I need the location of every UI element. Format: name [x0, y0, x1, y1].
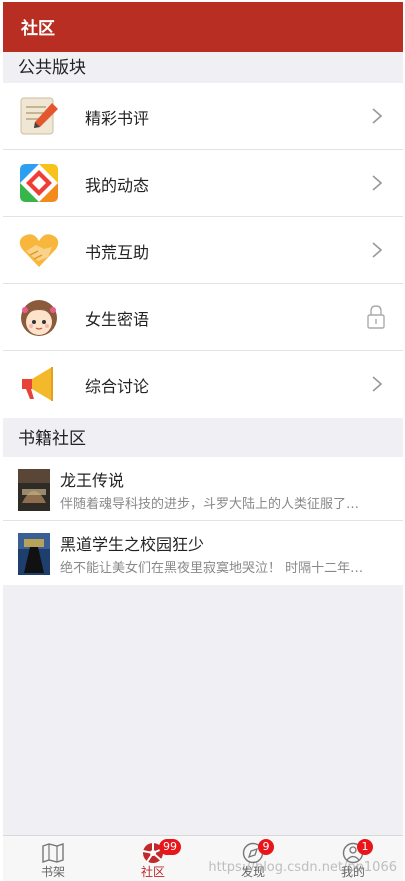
book-section-list: 龙王传说 伴随着魂导科技的进步，斗罗大陆上的人类征服了… 黑道学生之校园狂少 绝…: [3, 457, 403, 585]
notification-badge: 9: [258, 839, 274, 855]
notepad-pencil-icon: [20, 97, 58, 135]
menu-item-label: 我的动态: [85, 176, 150, 195]
tab-bookshelf[interactable]: 书架: [3, 836, 103, 881]
menu-item-label: 精彩书评: [85, 109, 150, 128]
chevron-right-icon: [372, 376, 383, 392]
book-item[interactable]: 龙王传说 伴随着魂导科技的进步，斗罗大陆上的人类征服了…: [3, 457, 403, 521]
chevron-right-icon: [372, 108, 383, 124]
menu-item-general-discussion[interactable]: 综合讨论: [3, 351, 403, 418]
menu-item-book-help[interactable]: 书荒互助: [3, 217, 403, 284]
page-title: 社区: [21, 19, 55, 39]
book-cover-image: [18, 533, 50, 575]
book-title: 黑道学生之校园狂少: [60, 535, 205, 554]
handshake-heart-icon: [19, 234, 59, 267]
lock-icon: [367, 305, 385, 329]
menu-item-label: 综合讨论: [85, 377, 150, 396]
book-item[interactable]: 黑道学生之校园狂少 绝不能让美女们在黑夜里寂寞地哭泣！ 时隔十二年…: [3, 521, 403, 585]
map-icon: [42, 843, 64, 863]
tab-community[interactable]: 99 社区: [103, 836, 203, 881]
menu-item-label: 书荒互助: [85, 243, 150, 262]
tab-label: 社区: [140, 865, 165, 879]
app-frame: 社区 公共版块 精彩书评 我的动态 书荒互助 女生密语 综合讨论 书籍社区 龙王…: [3, 2, 403, 881]
notification-badge: 1: [357, 839, 373, 855]
girl-avatar-icon: [21, 300, 57, 336]
colorful-diamond-icon: [20, 164, 58, 202]
book-section-title: 书籍社区: [3, 424, 403, 454]
notification-badge: 99: [159, 839, 181, 855]
book-cover-image: [18, 469, 50, 511]
public-section-list: 精彩书评 我的动态 书荒互助 女生密语 综合讨论: [3, 83, 403, 418]
book-description: 伴随着魂导科技的进步，斗罗大陆上的人类征服了…: [60, 497, 360, 512]
public-section-title: 公共版块: [3, 53, 403, 83]
menu-item-my-activity[interactable]: 我的动态: [3, 150, 403, 217]
menu-item-label: 女生密语: [85, 310, 150, 329]
app-header: 社区: [3, 2, 403, 52]
chevron-right-icon: [372, 175, 383, 191]
megaphone-icon: [22, 367, 53, 401]
menu-item-girls-whisper[interactable]: 女生密语: [3, 284, 403, 351]
menu-item-book-reviews[interactable]: 精彩书评: [3, 83, 403, 150]
chevron-right-icon: [372, 242, 383, 258]
watermark-text: https://blog.csdn.net/pp1066: [208, 860, 397, 875]
book-description: 绝不能让美女们在黑夜里寂寞地哭泣！ 时隔十二年…: [60, 561, 364, 576]
tab-label: 书架: [40, 865, 65, 879]
book-title: 龙王传说: [60, 471, 125, 490]
